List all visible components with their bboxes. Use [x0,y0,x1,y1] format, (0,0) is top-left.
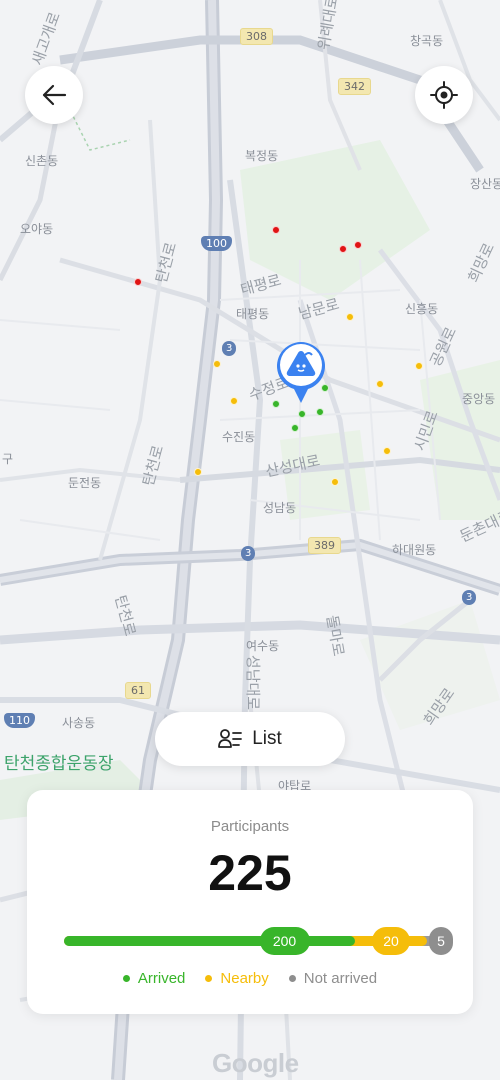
arrow-left-icon [42,84,67,106]
route-shield: 61 [125,682,151,699]
participant-marker-not-arrived[interactable] [354,241,362,249]
route-shield: 389 [308,537,341,554]
map-label: 탄천종합운동장 [4,754,114,774]
participant-marker-nearby[interactable] [376,380,384,388]
google-attribution: Google [212,1048,299,1078]
user-location-pin-icon[interactable] [275,339,327,405]
map-label: 여수동 [246,639,280,653]
participant-marker-not-arrived[interactable] [339,245,347,253]
legend-nearby-label: Nearby [220,970,269,987]
arrived-count-pill: 200 [259,927,310,955]
crosshair-icon [430,81,458,109]
legend-not-arrived: Not arrived [288,970,378,987]
participants-summary-card: Participants 225 200 20 5 Arrived Nearby… [27,790,473,1014]
participant-marker-arrived[interactable] [298,410,306,418]
nearby-count-pill: 20 [372,927,410,955]
participant-marker-nearby[interactable] [383,447,391,455]
status-legend: Arrived Nearby Not arrived [27,970,473,987]
map-label: 신흥동 [405,302,439,316]
nearby-dot-icon [205,975,213,982]
participant-marker-not-arrived[interactable] [134,278,142,286]
legend-not-arrived-label: Not arrived [303,970,378,987]
map-label: 장산동 [470,177,500,191]
participant-marker-nearby[interactable] [331,478,339,486]
participant-marker-nearby[interactable] [213,360,221,368]
route-shield: 342 [338,78,371,95]
not-arrived-count-pill: 5 [429,927,453,955]
route-shield: 100 [201,236,232,251]
list-button-label: List [252,728,282,749]
arrived-segment [64,936,355,946]
map-label: 사송동 [62,716,96,730]
map-label: 복정동 [245,149,279,163]
participant-marker-not-arrived[interactable] [272,226,280,234]
user-list-icon [218,729,243,748]
participants-total: 225 [208,845,292,901]
map-label: 태평동 [236,307,270,321]
map-label: 성남동 [263,501,297,515]
legend-nearby: Nearby [205,970,269,987]
legend-arrived: Arrived [122,970,186,987]
back-button[interactable] [25,66,83,124]
participant-marker-arrived[interactable] [316,408,324,416]
map-label: 신촌동 [25,154,59,168]
map-label: 구 [2,452,14,466]
map-label: 둔전동 [68,476,102,490]
route-shield: 308 [240,28,273,45]
participant-marker-arrived[interactable] [291,424,299,432]
map-label: 오야동 [20,222,54,236]
map-label: 중앙동 [462,392,496,406]
map-label: 수진동 [222,430,256,444]
participant-marker-nearby[interactable] [346,313,354,321]
summary-title: Participants [210,818,290,835]
participant-marker-nearby[interactable] [415,362,423,370]
not-arrived-dot-icon [288,975,296,982]
map-label: 창곡동 [410,34,444,48]
route-shield: 110 [4,713,35,728]
list-button[interactable]: List [155,712,345,766]
map-label: 성남대로 [244,654,263,711]
map-label: 하대원동 [392,543,437,557]
arrived-dot-icon [122,975,130,982]
legend-arrived-label: Arrived [137,970,186,987]
locate-me-button[interactable] [415,66,473,124]
status-progress-bar: 200 20 5 [64,927,453,955]
participant-marker-nearby[interactable] [230,397,238,405]
participant-marker-nearby[interactable] [194,468,202,476]
